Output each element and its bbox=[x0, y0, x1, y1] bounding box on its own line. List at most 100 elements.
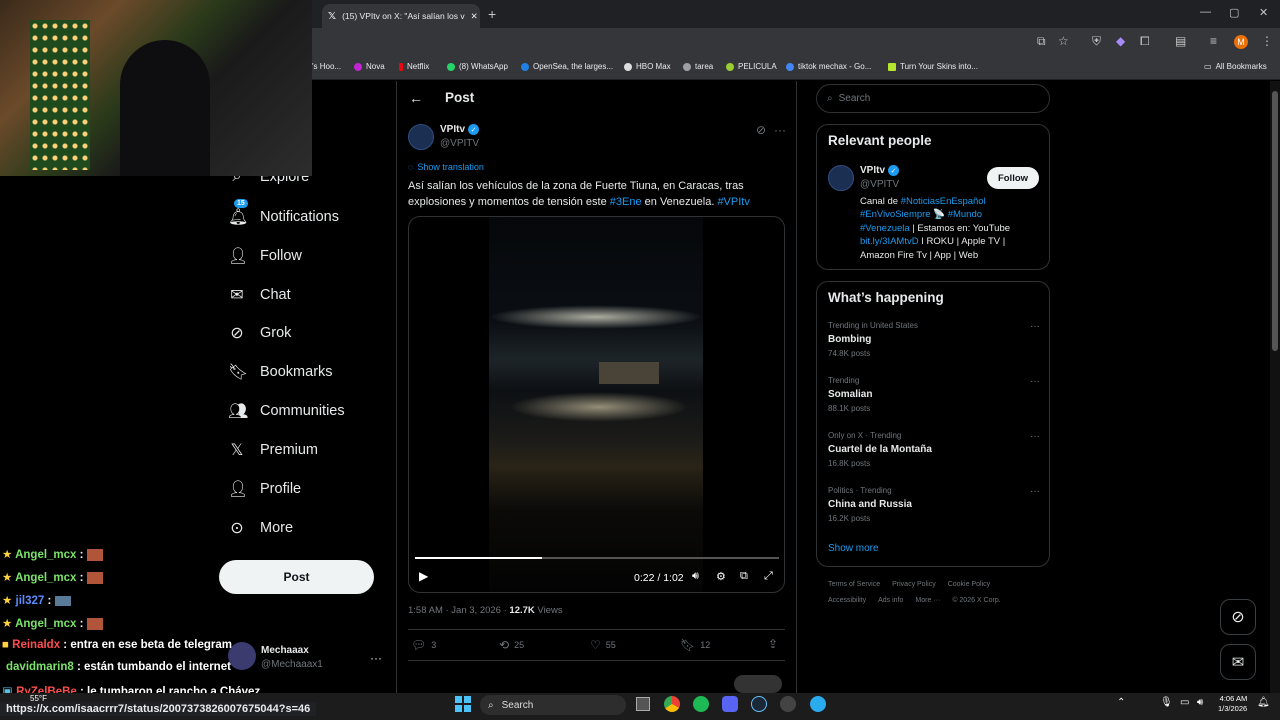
verified-icon: ✓ bbox=[888, 165, 900, 176]
reply-button[interactable]: 💬︎ 3 bbox=[411, 638, 436, 652]
messages-float-button[interactable]: ✉︎ bbox=[1220, 644, 1256, 680]
new-tab-button[interactable]: + bbox=[488, 6, 496, 22]
nav-communities[interactable]: 👥︎ Communities bbox=[228, 401, 345, 421]
bookmark-5[interactable]: OpenSea, the larges... bbox=[521, 62, 613, 71]
microphone-icon[interactable]: 🎙︎ bbox=[1160, 697, 1173, 708]
verified-icon: ✓ bbox=[468, 124, 480, 135]
chrome-icon[interactable] bbox=[664, 696, 680, 712]
account-more-icon[interactable]: ··· bbox=[370, 651, 382, 665]
windows-start-icon[interactable] bbox=[455, 696, 471, 712]
bookmark-3[interactable]: Netflix bbox=[399, 62, 429, 71]
discord-icon[interactable] bbox=[722, 696, 738, 712]
bookmark-icon: 🔖︎ bbox=[228, 364, 249, 381]
relevant-people-title: Relevant people bbox=[828, 133, 932, 148]
extension-icon[interactable]: ◆ bbox=[1116, 34, 1125, 48]
volume-icon[interactable]: 🔊︎ bbox=[1197, 697, 1203, 708]
star-icon[interactable]: ☆ bbox=[1058, 34, 1069, 48]
task-view-icon[interactable] bbox=[636, 697, 650, 711]
show-translation[interactable]: ◌ Show translation bbox=[408, 162, 484, 172]
back-arrow-icon[interactable]: ← bbox=[409, 90, 423, 106]
bookmark-9[interactable]: tiktok mechax - Go... bbox=[786, 62, 871, 71]
bookmark-1[interactable]: 's Hoo... bbox=[312, 62, 341, 71]
telegram-icon[interactable] bbox=[810, 696, 826, 712]
status-url: https://x.com/isaacrrr7/status/200737382… bbox=[0, 702, 317, 716]
repost-button[interactable]: ⟲ 25 bbox=[499, 638, 524, 652]
pip-icon[interactable]: ⧉ bbox=[740, 570, 748, 583]
settings-icon[interactable]: ⚙ bbox=[716, 570, 726, 583]
video-player[interactable]: ▶ 0:22 / 1:02 🔊︎ ⚙ ⧉ ⤢ bbox=[408, 216, 785, 593]
maximize-button[interactable]: ▢ bbox=[1229, 6, 1239, 19]
nav-grok[interactable]: ⊘ Grok bbox=[228, 323, 291, 343]
trend-item[interactable]: Politics · Trending China and Russia 16.… bbox=[828, 486, 1040, 523]
steam-icon[interactable] bbox=[751, 696, 767, 712]
trend-more-icon[interactable]: ··· bbox=[1030, 431, 1040, 442]
trend-item[interactable]: Only on X · Trending Cuartel de la Monta… bbox=[828, 431, 1040, 468]
post-button[interactable]: Post bbox=[219, 560, 374, 594]
trend-more-icon[interactable]: ··· bbox=[1030, 376, 1040, 387]
hashtag-link[interactable]: #3Ene bbox=[610, 196, 642, 208]
taskbar-search[interactable]: ⌕ Search bbox=[480, 695, 626, 715]
bookmark-10[interactable]: Turn Your Skins into... bbox=[888, 62, 978, 71]
person-name-row[interactable]: VPItv ✓ bbox=[860, 165, 900, 176]
tray-chevron-icon[interactable]: ⌃ bbox=[1117, 697, 1125, 708]
sidepanel-icon[interactable]: ▤ bbox=[1175, 34, 1186, 48]
nav-profile[interactable]: 👤︎ Profile bbox=[228, 479, 301, 499]
close-window-button[interactable]: ✕ bbox=[1259, 6, 1268, 19]
bookmark-4[interactable]: (8) WhatsApp bbox=[447, 62, 508, 71]
scrollbar[interactable] bbox=[1270, 81, 1280, 693]
app-icon[interactable] bbox=[780, 696, 796, 712]
nav-bookmarks[interactable]: 🔖︎ Bookmarks bbox=[228, 362, 333, 382]
bookmark-button[interactable]: 🔖︎ 12 bbox=[680, 638, 710, 652]
all-bookmarks[interactable]: ▭ All Bookmarks bbox=[1204, 62, 1267, 71]
nav-chat[interactable]: ✉︎ Chat bbox=[228, 285, 290, 305]
bookmark-2[interactable]: Nova bbox=[354, 62, 385, 71]
trend-item[interactable]: Trending in United States Bombing 74.8K … bbox=[828, 321, 1040, 358]
notification-bell-icon[interactable]: 🔔︎ bbox=[1257, 697, 1270, 708]
nav-premium[interactable]: 𝕏 Premium bbox=[228, 440, 318, 460]
like-button[interactable]: ♡ 55 bbox=[590, 638, 616, 652]
author-name-row[interactable]: VPItv ✓ bbox=[440, 124, 480, 135]
minimize-button[interactable]: — bbox=[1200, 6, 1211, 18]
bookmark-8[interactable]: PELICULA bbox=[726, 62, 777, 71]
avatar[interactable] bbox=[228, 642, 256, 670]
account-name: Mechaaax bbox=[261, 645, 309, 656]
trend-more-icon[interactable]: ··· bbox=[1030, 486, 1040, 497]
reply-submit-button[interactable] bbox=[734, 675, 782, 693]
grok-float-button[interactable]: ⊘ bbox=[1220, 599, 1256, 635]
video-frame bbox=[489, 217, 703, 592]
volume-icon[interactable]: 🔊︎ bbox=[692, 570, 699, 583]
nav-follow[interactable]: 👤︎ Follow bbox=[228, 246, 302, 266]
profile-avatar[interactable]: M bbox=[1234, 35, 1248, 49]
close-tab-icon[interactable]: ✕ bbox=[471, 11, 478, 22]
trend-more-icon[interactable]: ··· bbox=[1030, 321, 1040, 332]
puzzle-icon[interactable]: ⧠ bbox=[1140, 34, 1150, 49]
shield-icon[interactable]: ⛨ bbox=[1092, 34, 1101, 49]
play-icon[interactable]: ▶ bbox=[419, 569, 428, 583]
grok-icon[interactable]: ⊘ bbox=[756, 123, 766, 137]
spotify-icon[interactable] bbox=[693, 696, 709, 712]
network-icon[interactable]: ▭ bbox=[1180, 697, 1189, 708]
video-seekbar[interactable] bbox=[415, 557, 779, 559]
bookmark-7[interactable]: tarea bbox=[683, 62, 713, 71]
avatar[interactable] bbox=[408, 124, 434, 150]
clock[interactable]: 4:06 AM 1/3/2026 bbox=[1218, 694, 1247, 714]
hashtag-link[interactable]: #VPItv bbox=[717, 196, 749, 208]
trend-item[interactable]: Trending Somalian 88.1K posts ··· bbox=[828, 376, 1040, 413]
fullscreen-icon[interactable]: ⤢ bbox=[764, 570, 773, 583]
search-icon: ⌕ bbox=[488, 699, 494, 711]
nav-notifications[interactable]: 🔔︎ 15 Notifications bbox=[228, 199, 339, 227]
search-input[interactable]: ⌕ Search bbox=[816, 84, 1050, 113]
menu-icon[interactable]: ⋮ bbox=[1261, 34, 1273, 48]
browser-tab[interactable]: 𝕏 (15) VPItv on X: "Así salían los v ✕ bbox=[322, 4, 480, 28]
share-icon[interactable]: ⇪ bbox=[768, 637, 778, 651]
reply-icon: 💬︎ bbox=[411, 638, 427, 652]
nav-more[interactable]: ⊙ More bbox=[228, 518, 293, 538]
cast-icon[interactable]: ⧉ bbox=[1037, 34, 1046, 49]
show-more-link[interactable]: Show more bbox=[828, 543, 879, 554]
follow-button[interactable]: Follow bbox=[987, 167, 1039, 189]
repost-icon: ⟲ bbox=[499, 638, 510, 652]
tab-search-icon[interactable]: ≡ bbox=[1210, 34, 1217, 48]
more-icon[interactable]: ··· bbox=[774, 123, 786, 137]
avatar[interactable] bbox=[828, 165, 854, 191]
bookmark-6[interactable]: HBO Max bbox=[624, 62, 671, 71]
